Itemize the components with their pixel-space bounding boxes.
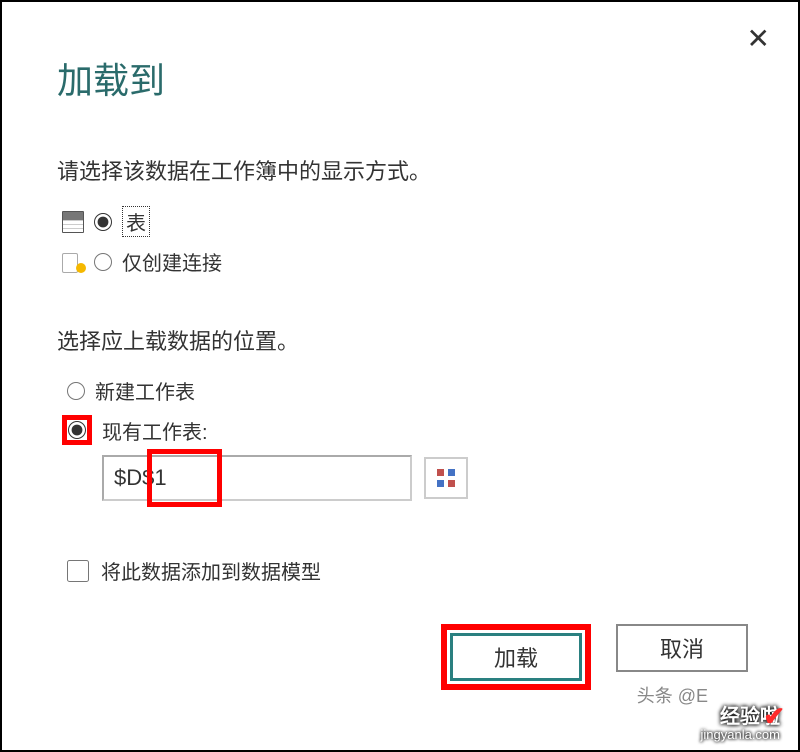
radio-existing-worksheet-label: 现有工作表: <box>102 416 208 445</box>
load-to-dialog: ✕ 加载到 请选择该数据在工作簿中的显示方式。 表 仅创建连接 选择应上载数据的… <box>2 2 798 750</box>
checkbox-data-model-label: 将此数据添加到数据模型 <box>101 556 321 585</box>
cancel-button[interactable]: 取消 <box>616 624 748 672</box>
radio-existing-worksheet[interactable] <box>68 421 86 439</box>
watermark-title: 经验啦 <box>701 706 781 728</box>
checkmark-icon: ✔ <box>763 702 785 731</box>
data-model-row: 将此数据添加到数据模型 <box>67 556 743 585</box>
range-picker-icon <box>437 469 455 487</box>
location-subtitle: 选择应上载数据的位置。 <box>57 324 743 356</box>
button-row: 加载 取消 <box>441 624 748 690</box>
checkbox-add-to-data-model[interactable] <box>67 560 89 582</box>
dialog-title: 加载到 <box>57 52 743 104</box>
close-icon[interactable]: ✕ <box>747 22 770 55</box>
faded-source-text: 头条 @E <box>637 682 708 708</box>
watermark: ✔ 经验啦 jingyanla.com <box>701 706 781 742</box>
highlight-load-button: 加载 <box>441 624 591 690</box>
connection-icon <box>62 251 84 273</box>
radio-connection-only[interactable] <box>94 253 112 271</box>
radio-connection-label: 仅创建连接 <box>122 247 222 276</box>
load-button[interactable]: 加载 <box>450 633 582 681</box>
radio-new-worksheet[interactable] <box>67 382 85 400</box>
highlight-existing-radio <box>62 415 92 445</box>
radio-table[interactable] <box>94 213 112 231</box>
option-existing-sheet-row: 现有工作表: <box>62 415 743 445</box>
radio-new-worksheet-label: 新建工作表 <box>95 376 195 405</box>
watermark-url: jingyanla.com <box>701 728 781 742</box>
option-table-row: 表 <box>62 206 743 237</box>
option-new-sheet-row: 新建工作表 <box>67 376 743 405</box>
cell-reference-input[interactable] <box>102 455 412 501</box>
radio-table-label: 表 <box>122 206 150 237</box>
range-picker-button[interactable] <box>424 457 468 499</box>
cell-ref-row <box>102 455 743 501</box>
option-connection-row: 仅创建连接 <box>62 247 743 276</box>
table-icon <box>62 211 84 233</box>
display-mode-subtitle: 请选择该数据在工作簿中的显示方式。 <box>57 154 743 186</box>
